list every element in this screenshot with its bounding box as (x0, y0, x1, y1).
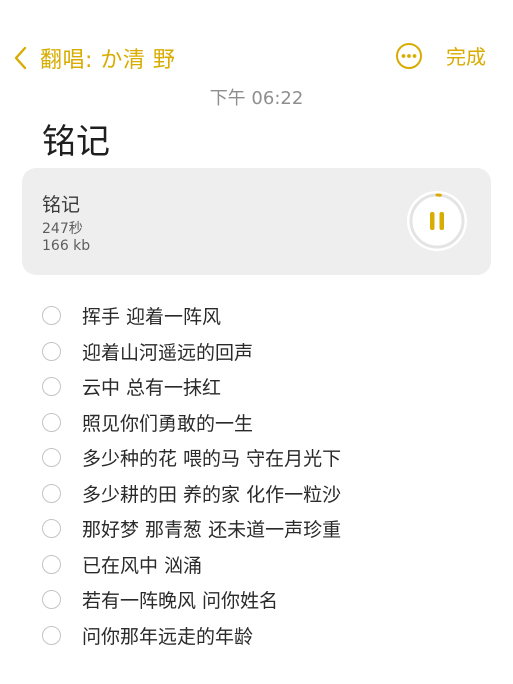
checkbox-circle-icon[interactable] (42, 590, 61, 610)
checkbox-circle-icon[interactable] (42, 306, 61, 326)
checklist-item: 照见你们勇敢的一生 (0, 405, 513, 441)
checklist-item: 多少种的花 喂的马 守在月光下 (0, 440, 513, 476)
checkbox-circle-icon[interactable] (42, 412, 61, 432)
more-horizontal-icon[interactable] (395, 42, 423, 70)
checklist-item-text[interactable]: 挥手 迎着一阵风 (82, 302, 221, 329)
checklist-item: 挥手 迎着一阵风 (0, 298, 513, 334)
back-label: 翻唱: か清 野 (40, 48, 176, 73)
checklist-item: 问你那年远走的年龄 (0, 618, 513, 654)
checkbox-circle-icon[interactable] (42, 554, 61, 574)
audio-size: 166 kb (42, 238, 91, 254)
checkbox-circle-icon[interactable] (42, 377, 61, 397)
checklist-item-text[interactable]: 若有一阵晚风 问你姓名 (82, 586, 278, 613)
note-title[interactable]: 铭记 (42, 114, 110, 163)
note-timestamp: 下午 06:22 (209, 88, 304, 109)
checklist-item: 那好梦 那青葱 还未道一声珍重 (0, 511, 513, 547)
checkbox-circle-icon[interactable] (42, 483, 61, 503)
checklist-item: 多少耕的田 养的家 化作一粒沙 (0, 476, 513, 512)
done-button[interactable]: 完成 (446, 40, 486, 74)
checkbox-circle-icon[interactable] (42, 448, 61, 468)
checklist-item-text[interactable]: 多少种的花 喂的马 守在月光下 (82, 444, 341, 471)
audio-attachment-card[interactable]: 铭记 247秒 166 kb (22, 168, 491, 275)
checkbox-circle-icon[interactable] (42, 341, 61, 361)
checklist-item-text[interactable]: 迎着山河遥远的回声 (82, 338, 253, 365)
checklist-item-text[interactable]: 云中 总有一抹红 (82, 373, 221, 400)
pause-button[interactable] (406, 190, 468, 252)
back-button[interactable]: 翻唱: か清 野 (10, 40, 175, 76)
audio-name: 铭记 (42, 194, 81, 216)
checklist-item: 已在风中 汹涌 (0, 547, 513, 583)
chevron-left-icon (14, 46, 27, 70)
audio-duration: 247秒 (42, 221, 83, 237)
checklist-item: 若有一阵晚风 问你姓名 (0, 582, 513, 618)
checklist-item: 云中 总有一抹红 (0, 369, 513, 405)
checklist-item-text[interactable]: 已在风中 汹涌 (82, 551, 202, 578)
checkbox-circle-icon[interactable] (42, 625, 61, 645)
checklist-item: 迎着山河遥远的回声 (0, 334, 513, 370)
checklist-item-text[interactable]: 多少耕的田 养的家 化作一粒沙 (82, 480, 341, 507)
checklist-item-text[interactable]: 那好梦 那青葱 还未道一声珍重 (82, 515, 341, 542)
checklist-item-text[interactable]: 照见你们勇敢的一生 (82, 409, 253, 436)
checklist: 挥手 迎着一阵风迎着山河遥远的回声 云中 总有一抹红照见你们勇敢的一生多少种的花 … (0, 298, 513, 653)
checklist-item-text[interactable]: 问你那年远走的年龄 (82, 622, 253, 649)
navigation-bar: 翻唱: か清 野 完成 (0, 36, 513, 80)
checkbox-circle-icon[interactable] (42, 519, 61, 539)
